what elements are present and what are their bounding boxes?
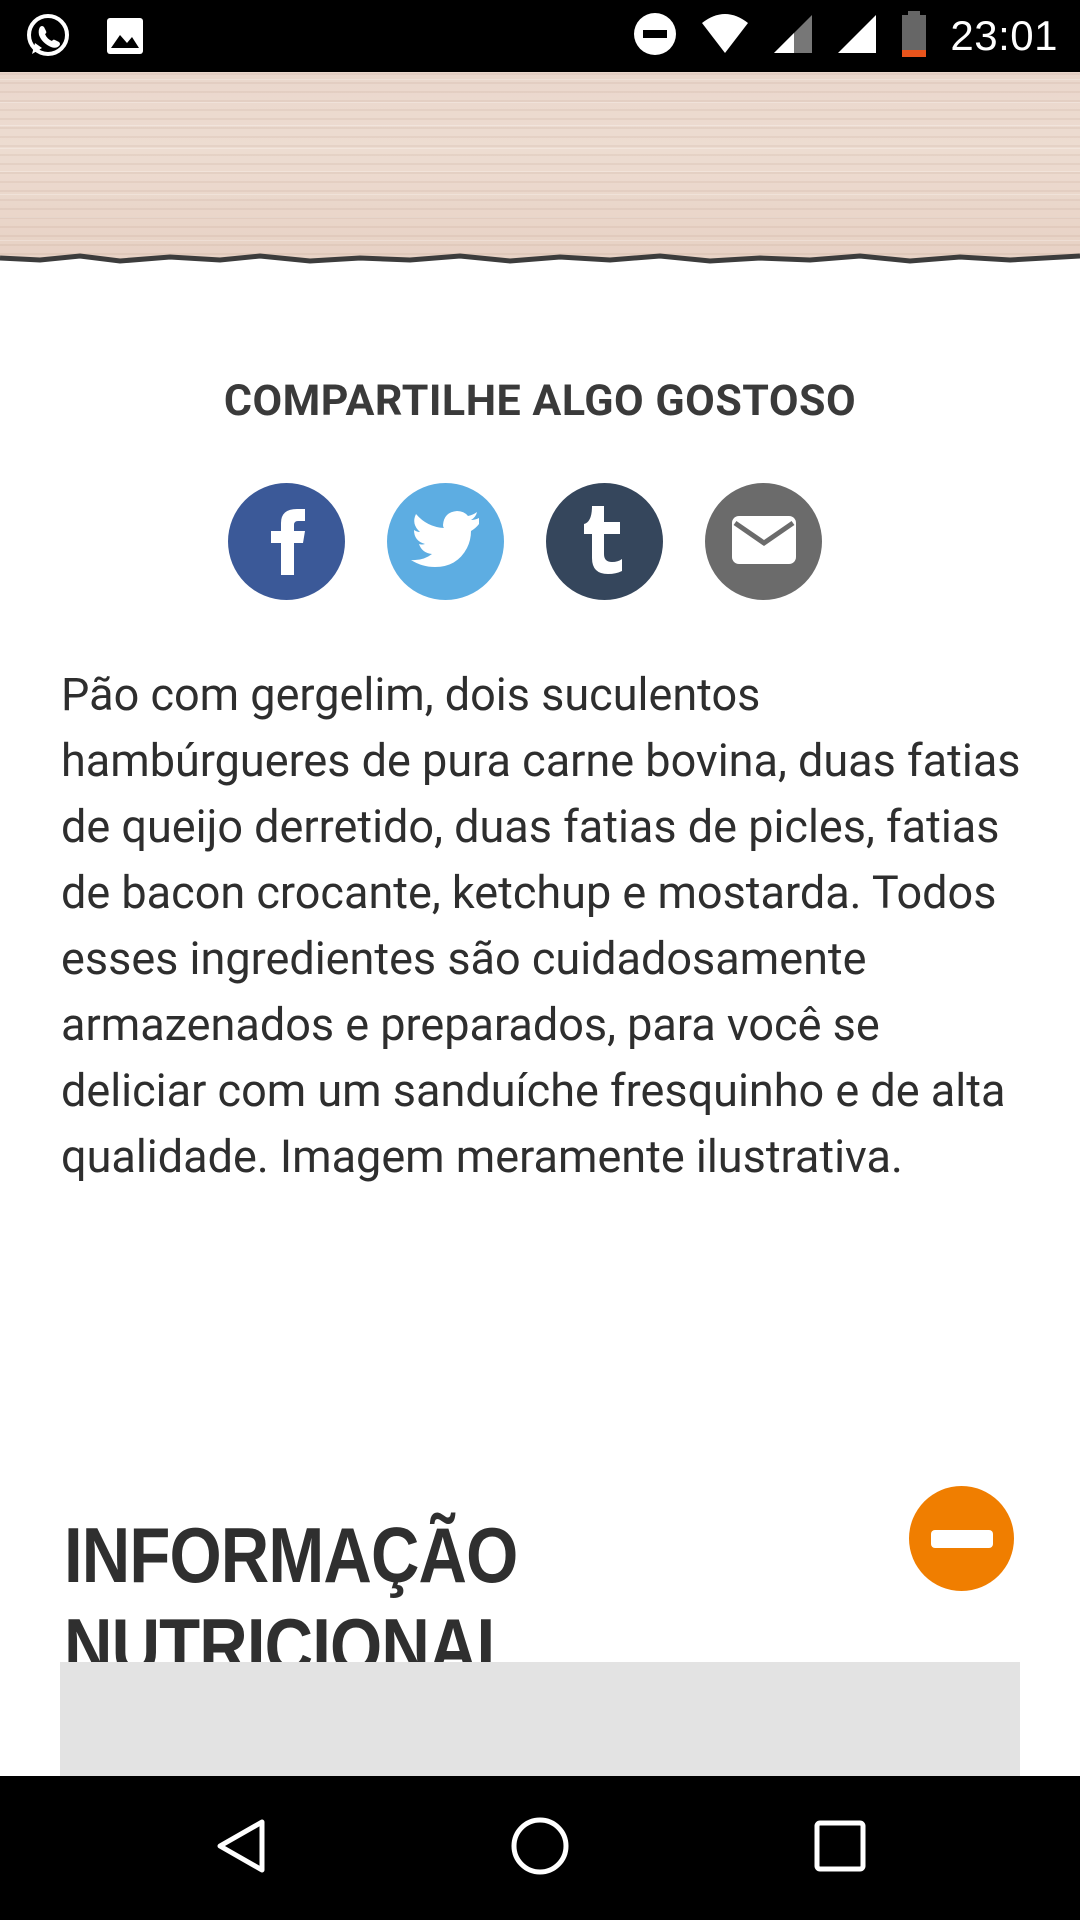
twitter-share-button[interactable] (387, 483, 504, 600)
nutrition-table (60, 1662, 1020, 1776)
email-share-button[interactable] (705, 483, 822, 600)
signal-icon (836, 13, 878, 59)
minus-icon (930, 1529, 993, 1548)
wifi-icon (700, 13, 750, 59)
navigation-bar (0, 1776, 1080, 1920)
recents-button[interactable] (804, 1812, 876, 1884)
battery-icon (900, 10, 928, 62)
envelope-icon (731, 515, 797, 569)
back-button[interactable] (204, 1812, 276, 1884)
whatsapp-icon (24, 12, 72, 64)
collapse-nutrition-button[interactable] (909, 1486, 1014, 1591)
home-icon (510, 1816, 570, 1880)
tumblr-icon (580, 505, 630, 578)
clock: 23:01 (950, 12, 1058, 59)
twitter-icon (410, 510, 481, 574)
share-title: COMPARTILHE ALGO GOSTOSO (223, 376, 857, 426)
facebook-icon (257, 505, 317, 579)
gallery-icon (104, 15, 146, 61)
share-buttons (228, 483, 822, 600)
status-bar: 23:01 (0, 0, 1080, 72)
tumblr-share-button[interactable] (546, 483, 663, 600)
recents-icon (814, 1820, 866, 1876)
product-description: Pão com gergelim, dois suculentos hambúr… (61, 668, 1021, 1183)
wood-banner (0, 72, 1080, 270)
back-icon (212, 1816, 268, 1880)
do-not-disturb-icon (632, 11, 678, 61)
home-button[interactable] (504, 1812, 576, 1884)
facebook-share-button[interactable] (228, 483, 345, 600)
signal-icon (772, 13, 814, 59)
torn-edge (0, 253, 1080, 270)
